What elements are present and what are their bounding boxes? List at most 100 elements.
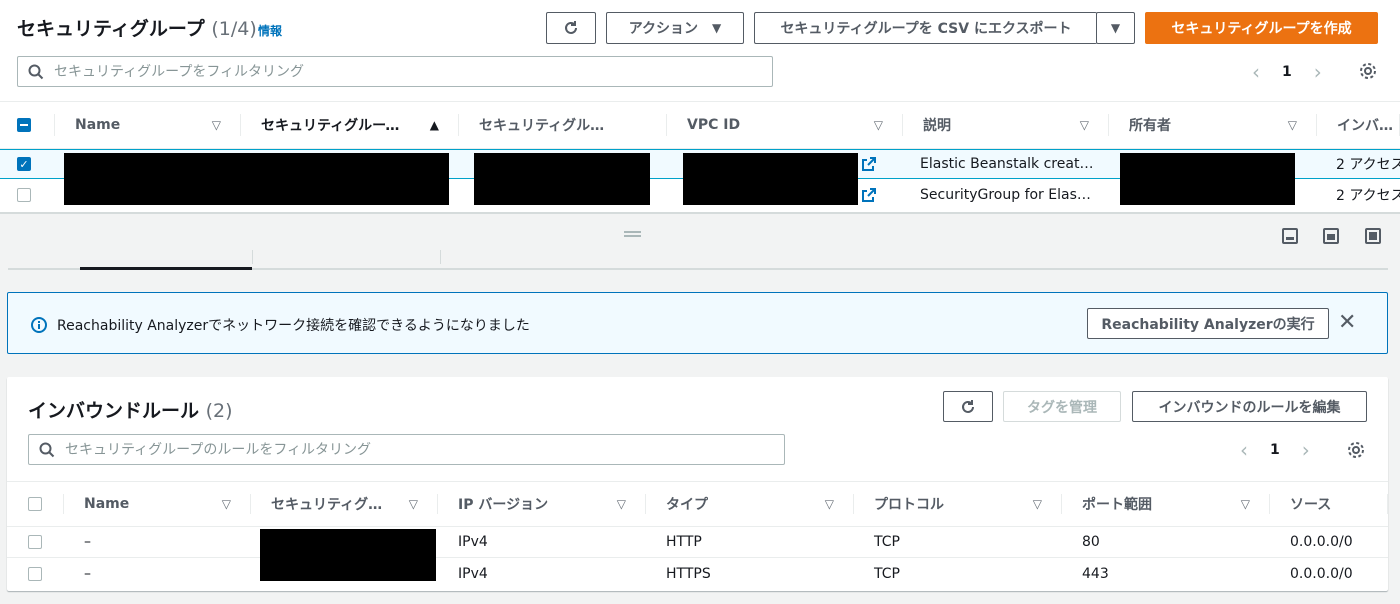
redacted-block xyxy=(474,153,650,205)
sort-icon: ▽ xyxy=(616,497,626,511)
col-sg-id[interactable]: セキュリティグル… xyxy=(459,102,667,148)
col-vpc-id[interactable]: VPC ID ▽ xyxy=(667,102,903,148)
port-range-cell: 80 xyxy=(1082,534,1100,550)
view-bottom-icon[interactable] xyxy=(1282,228,1298,244)
reachability-button-label: Reachability Analyzerの実行 xyxy=(1101,316,1315,333)
sg-search xyxy=(17,56,773,87)
redacted-block xyxy=(64,153,449,205)
settings-icon[interactable] xyxy=(1359,62,1377,80)
run-reachability-analyzer-button[interactable]: Reachability Analyzerの実行 xyxy=(1087,308,1329,339)
external-link-icon[interactable] xyxy=(861,187,877,203)
view-split-icon[interactable] xyxy=(1323,228,1339,244)
inbound-title: インバウンドルール (2) xyxy=(28,396,233,423)
external-link-icon[interactable] xyxy=(861,156,877,172)
rules-table-header: Name ▽ セキュリティグ… ▽ IP バージョン ▽ タイプ ▽ プロトコル ▽ ポー… xyxy=(7,481,1388,527)
select-all-checkbox[interactable] xyxy=(17,118,31,132)
edit-inbound-rules-button[interactable]: インバウンドのルールを編集 xyxy=(1132,391,1367,422)
refresh-button[interactable] xyxy=(546,12,596,44)
table-row[interactable]: – IPv4 HTTP TCP 80 0.0.0.0/0 xyxy=(7,527,1388,558)
search-icon xyxy=(28,64,44,79)
col-label: プロトコル xyxy=(874,497,944,513)
col-inbound[interactable]: インバウンド xyxy=(1317,102,1400,148)
sort-icon: ▽ xyxy=(1032,497,1042,511)
col-label: 所有者 xyxy=(1129,118,1171,134)
actions-dropdown[interactable]: アクション ▼ xyxy=(606,12,744,44)
inbound-rules-panel: インバウンドルール (2) タグを管理 インバウンドのルールを編集 ‹ 1 › … xyxy=(7,377,1388,591)
sort-icon: ▽ xyxy=(221,497,231,511)
table-row[interactable]: – IPv4 HTTPS TCP 443 0.0.0.0/0 xyxy=(7,558,1388,589)
col-name[interactable]: Name ▽ xyxy=(55,102,241,148)
col-label: ソース xyxy=(1290,497,1332,513)
col-ip-version[interactable]: IP バージョン ▽ xyxy=(438,482,646,526)
create-label: セキュリティグループを作成 xyxy=(1171,21,1352,37)
selection-count: (1/4) xyxy=(211,18,257,40)
row-checkbox[interactable] xyxy=(28,535,42,549)
sort-icon: ▽ xyxy=(824,497,834,511)
inbound-cell: 2 アクセス xyxy=(1336,187,1400,204)
col-source[interactable]: ソース xyxy=(1270,482,1388,526)
info-link[interactable]: 情報 xyxy=(258,22,282,39)
refresh-button[interactable] xyxy=(943,391,993,422)
manage-tags-label: タグを管理 xyxy=(1027,399,1097,416)
col-label: 説明 xyxy=(923,118,951,134)
protocol-cell: TCP xyxy=(874,534,900,550)
row-checkbox[interactable] xyxy=(28,566,42,581)
resize-handle[interactable] xyxy=(624,231,641,237)
edit-inbound-label: インバウンドのルールを編集 xyxy=(1158,399,1341,416)
page-title-text: セキュリティグループ xyxy=(17,18,205,40)
col-label: Name xyxy=(75,117,121,133)
description-cell: SecurityGroup for Elas… xyxy=(920,186,1091,203)
col-type[interactable]: タイプ ▽ xyxy=(646,482,854,526)
redacted-block xyxy=(260,529,436,581)
select-all-checkbox-cell xyxy=(7,482,64,526)
rules-search-input[interactable] xyxy=(65,441,784,458)
col-protocol[interactable]: プロトコル ▽ xyxy=(854,482,1062,526)
page-number[interactable]: 1 xyxy=(1270,442,1280,458)
chevron-left-icon[interactable]: ‹ xyxy=(1252,60,1260,84)
col-label: セキュリティグ… xyxy=(271,497,383,513)
row-checkbox[interactable] xyxy=(17,187,31,202)
chevron-right-icon[interactable]: › xyxy=(1314,60,1322,84)
col-sg-rule-id[interactable]: セキュリティグ… ▽ xyxy=(251,482,438,526)
create-security-group-button[interactable]: セキュリティグループを作成 xyxy=(1145,12,1378,44)
export-dropdown-button[interactable]: ▼ xyxy=(1096,12,1135,44)
col-name[interactable]: Name ▽ xyxy=(64,482,251,526)
source-cell: 0.0.0.0/0 xyxy=(1290,565,1353,582)
chevron-left-icon[interactable]: ‹ xyxy=(1240,438,1248,462)
col-port-range[interactable]: ポート範囲 ▽ xyxy=(1062,482,1270,526)
sg-search-input[interactable] xyxy=(54,63,772,80)
chevron-right-icon[interactable]: › xyxy=(1302,438,1310,462)
col-label: IP バージョン xyxy=(458,497,549,513)
refresh-icon xyxy=(962,399,974,413)
type-cell: HTTP xyxy=(666,534,702,550)
actions-label: アクション xyxy=(628,21,699,37)
name-cell: – xyxy=(84,534,91,550)
select-all-checkbox[interactable] xyxy=(28,497,42,511)
col-owner[interactable]: 所有者 ▽ xyxy=(1109,102,1317,148)
tab-active-indicator xyxy=(80,267,252,270)
col-sg-name[interactable]: セキュリティグループ… ▲ xyxy=(241,102,459,148)
export-csv-button[interactable]: セキュリティグループを CSV にエクスポート xyxy=(754,12,1097,44)
page-number[interactable]: 1 xyxy=(1282,64,1292,80)
settings-icon[interactable] xyxy=(1347,441,1365,459)
manage-tags-button[interactable]: タグを管理 xyxy=(1003,391,1121,422)
col-description[interactable]: 説明 ▽ xyxy=(903,102,1109,148)
rules-search xyxy=(28,434,785,465)
search-icon xyxy=(39,442,55,457)
inbound-count: (2) xyxy=(205,400,233,422)
page-title: セキュリティグループ (1/4) xyxy=(17,14,257,41)
inbound-cell: 2 アクセス xyxy=(1336,157,1400,173)
type-cell: HTTPS xyxy=(666,565,711,582)
row-checkbox[interactable]: ✓ xyxy=(17,157,31,171)
name-cell: – xyxy=(84,565,91,582)
flash-message: Reachability Analyzerでネットワーク接続を確認できるようにな… xyxy=(57,318,530,334)
description-cell: Elastic Beanstalk creat… xyxy=(920,156,1094,172)
sort-icon: ▽ xyxy=(1079,118,1089,132)
col-label: Name xyxy=(84,496,130,512)
sort-icon: ▽ xyxy=(1240,497,1250,511)
close-icon[interactable]: ✕ xyxy=(1338,312,1356,334)
protocol-cell: TCP xyxy=(874,565,900,582)
col-label: セキュリティグル… xyxy=(479,118,605,134)
view-full-icon[interactable] xyxy=(1365,228,1381,244)
info-icon xyxy=(31,317,47,333)
